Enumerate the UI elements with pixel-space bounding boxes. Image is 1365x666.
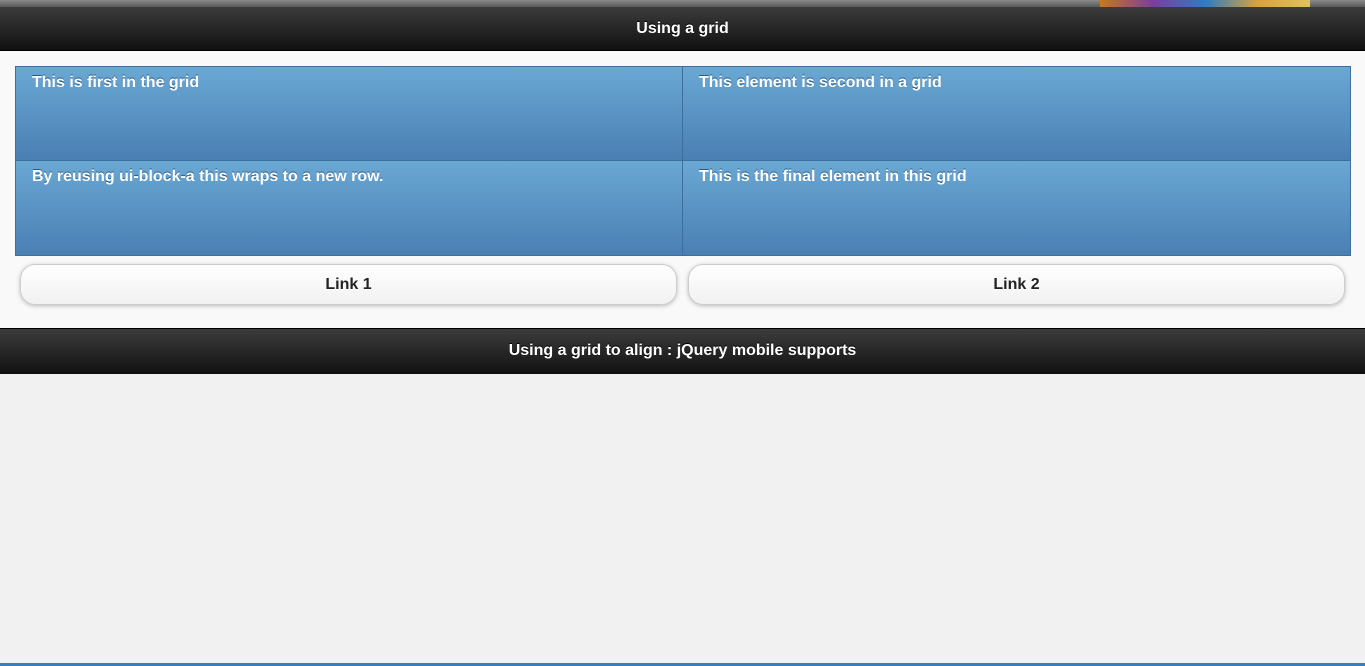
page-header: Using a grid: [0, 7, 1365, 51]
grid-block-a-row1: This is first in the grid: [15, 66, 683, 161]
button-grid: Link 1 Link 2: [20, 264, 1346, 305]
browser-top-strip: [0, 0, 1365, 7]
decorative-banner-image: [1100, 0, 1310, 7]
grid-block-b-row1: This element is second in a grid: [683, 66, 1351, 161]
footer-title: Using a grid to align : jQuery mobile su…: [508, 342, 857, 359]
page-footer: Using a grid to align : jQuery mobile su…: [0, 328, 1365, 374]
grid-block-a-row2: By reusing ui-block-a this wraps to a ne…: [15, 161, 683, 256]
link-2-button[interactable]: Link 2: [688, 264, 1345, 305]
page-title: Using a grid: [636, 20, 729, 37]
grid-container: This is first in the grid This element i…: [15, 66, 1351, 256]
link-1-button[interactable]: Link 1: [20, 264, 677, 305]
grid-block-b-row2: This is the final element in this grid: [683, 161, 1351, 256]
page-content: This is first in the grid This element i…: [0, 51, 1365, 328]
